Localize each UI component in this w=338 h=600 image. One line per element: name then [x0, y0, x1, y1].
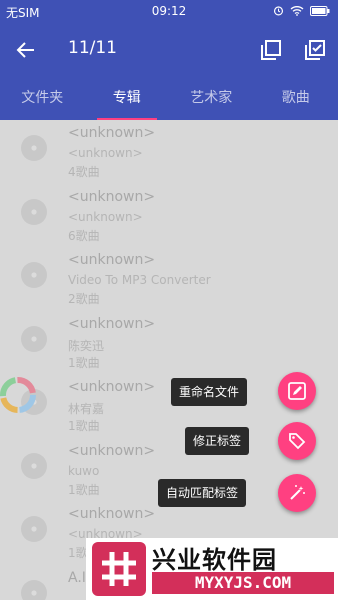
album-song-count: 1歌曲 — [68, 482, 100, 497]
watermark-logo — [92, 542, 146, 596]
back-arrow-icon[interactable] — [14, 38, 38, 62]
album-list: <unknown> <unknown> 4歌曲 <unknown> <unkno… — [0, 120, 338, 600]
album-row[interactable]: <unknown> Video To MP3 Converter 2歌曲 — [0, 247, 338, 311]
tab-folders[interactable]: 文件夹 — [0, 76, 85, 120]
album-title: <unknown> — [68, 442, 156, 459]
selection-count-title: 11/11 — [68, 38, 117, 58]
edit-icon — [288, 382, 306, 400]
rename-file-label[interactable]: 重命名文件 — [171, 378, 248, 406]
album-disc-icon — [21, 579, 47, 600]
album-disc-icon — [21, 516, 47, 542]
battery-icon — [310, 5, 330, 16]
album-row[interactable]: <unknown> 陈奕迅 1歌曲 — [0, 311, 338, 375]
rename-file-button[interactable] — [278, 372, 316, 410]
album-artist: 陈奕迅 — [68, 338, 105, 353]
album-song-count: 1歌曲 — [68, 355, 100, 370]
tab-albums[interactable]: 专辑 — [85, 76, 170, 120]
album-disc-icon — [21, 198, 47, 225]
album-title: <unknown> — [68, 125, 156, 141]
album-artist: <unknown> — [68, 146, 143, 160]
album-title: <unknown> — [68, 506, 156, 522]
album-artist: <unknown> — [68, 209, 143, 224]
album-title: <unknown> — [68, 315, 156, 332]
tab-artists[interactable]: 艺术家 — [169, 76, 254, 120]
album-song-count: 6歌曲 — [68, 228, 100, 243]
fix-tags-button[interactable] — [278, 422, 316, 460]
tag-icon — [289, 433, 306, 450]
tab-songs[interactable]: 歌曲 — [254, 76, 338, 120]
alarm-icon — [273, 6, 284, 16]
album-artist: kuwo — [68, 463, 100, 478]
album-row[interactable]: <unknown> <unknown> 4歌曲 — [0, 120, 338, 184]
status-bar: 无SIM 09:12 — [0, 0, 338, 24]
loading-spinner-icon — [0, 377, 36, 413]
album-disc-icon — [21, 135, 47, 161]
select-checked-icon[interactable] — [303, 38, 327, 62]
system-icons — [273, 5, 330, 16]
album-title: <unknown> — [68, 252, 156, 268]
album-row[interactable]: <unknown> <unknown> 6歌曲 — [0, 184, 338, 248]
watermark-banner: 兴业软件园 MYXYJS.COM — [86, 538, 338, 600]
album-song-count: 1歌曲 — [68, 419, 100, 433]
auto-match-tags-label[interactable]: 自动匹配标签 — [158, 479, 247, 507]
wifi-icon — [290, 6, 304, 16]
hash-logo-icon — [102, 552, 136, 586]
album-disc-icon — [21, 325, 47, 352]
album-title: <unknown> — [68, 379, 156, 395]
fix-tags-label[interactable]: 修正标签 — [185, 427, 250, 455]
album-artist: Video To MP3 Converter — [68, 273, 211, 287]
album-disc-icon — [21, 262, 47, 288]
watermark-url: MYXYJS.COM — [152, 572, 334, 594]
album-song-count: 4歌曲 — [68, 165, 100, 179]
album-song-count: 2歌曲 — [68, 292, 100, 306]
album-disc-icon — [21, 452, 47, 479]
toolbar: 11/11 — [0, 24, 338, 76]
album-title: <unknown> — [68, 188, 156, 205]
watermark-title: 兴业软件园 — [152, 546, 277, 574]
tab-bar: 文件夹 专辑 艺术家 歌曲 — [0, 76, 338, 120]
album-artist: 林宥嘉 — [68, 402, 105, 416]
auto-match-tags-button[interactable] — [278, 474, 316, 512]
select-all-icon[interactable] — [259, 38, 283, 62]
magic-wand-icon — [290, 485, 305, 500]
